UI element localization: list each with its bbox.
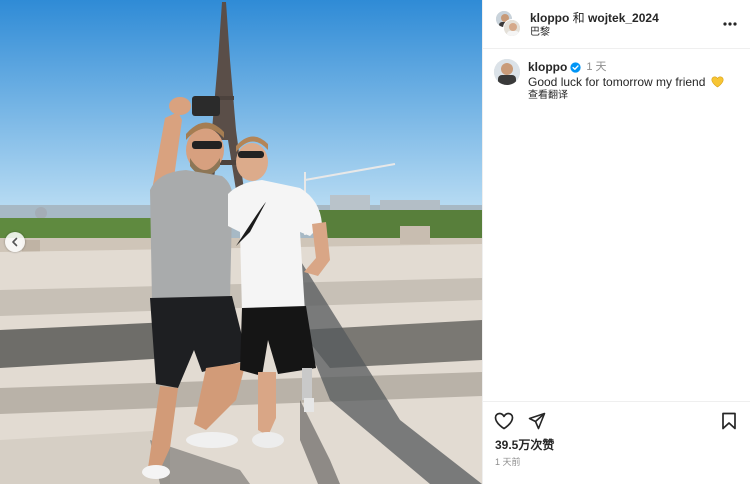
like-count[interactable]: 39.5万次赞 [495, 438, 554, 452]
more-horizontal-icon [723, 22, 737, 26]
author-avatars[interactable] [495, 10, 521, 38]
yellow-heart-emoji-icon [711, 76, 724, 88]
save-button[interactable] [721, 412, 737, 435]
authors-connector: 和 [572, 11, 585, 25]
post-timestamp[interactable]: 1 天前 [495, 456, 521, 468]
avatar-wojtek[interactable] [503, 19, 521, 37]
comment-username[interactable]: kloppo [528, 60, 567, 74]
avatar-image [494, 59, 520, 85]
heart-outline-icon [494, 412, 514, 430]
photo-illustration [0, 0, 482, 484]
post-header: kloppo 和 wojtek_2024 巴黎 [483, 0, 750, 49]
avatar-image [504, 20, 520, 36]
like-button[interactable] [494, 412, 514, 435]
comment-meta: kloppo 1 天 [528, 60, 607, 74]
comment-text: Good luck for tomorrow my friend [528, 75, 724, 89]
bookmark-icon [722, 412, 736, 430]
avatar[interactable] [494, 59, 520, 85]
send-icon [528, 412, 546, 430]
comment-body: Good luck for tomorrow my friend [528, 75, 706, 89]
coauthor-username[interactable]: wojtek_2024 [588, 11, 659, 25]
post-actions: 39.5万次赞 1 天前 [483, 401, 750, 484]
post-location[interactable]: 巴黎 [530, 27, 550, 39]
see-translation-link[interactable]: 查看翻译 [528, 90, 568, 102]
chevron-left-icon [12, 237, 18, 247]
caption-comment: kloppo 1 天 Good luck for tomorrow my fri… [494, 59, 744, 103]
post-side-panel: kloppo 和 wojtek_2024 巴黎 kloppo 1 天 Good … [482, 0, 750, 484]
post-authors: kloppo 和 wojtek_2024 [530, 11, 659, 25]
share-button[interactable] [528, 412, 546, 435]
verified-badge-icon [570, 61, 581, 73]
comment-time[interactable]: 1 天 [586, 60, 606, 74]
more-options-button[interactable] [723, 14, 737, 30]
carousel-prev-button[interactable] [5, 232, 25, 252]
author-username[interactable]: kloppo [530, 11, 569, 25]
post-photo[interactable] [0, 0, 482, 484]
